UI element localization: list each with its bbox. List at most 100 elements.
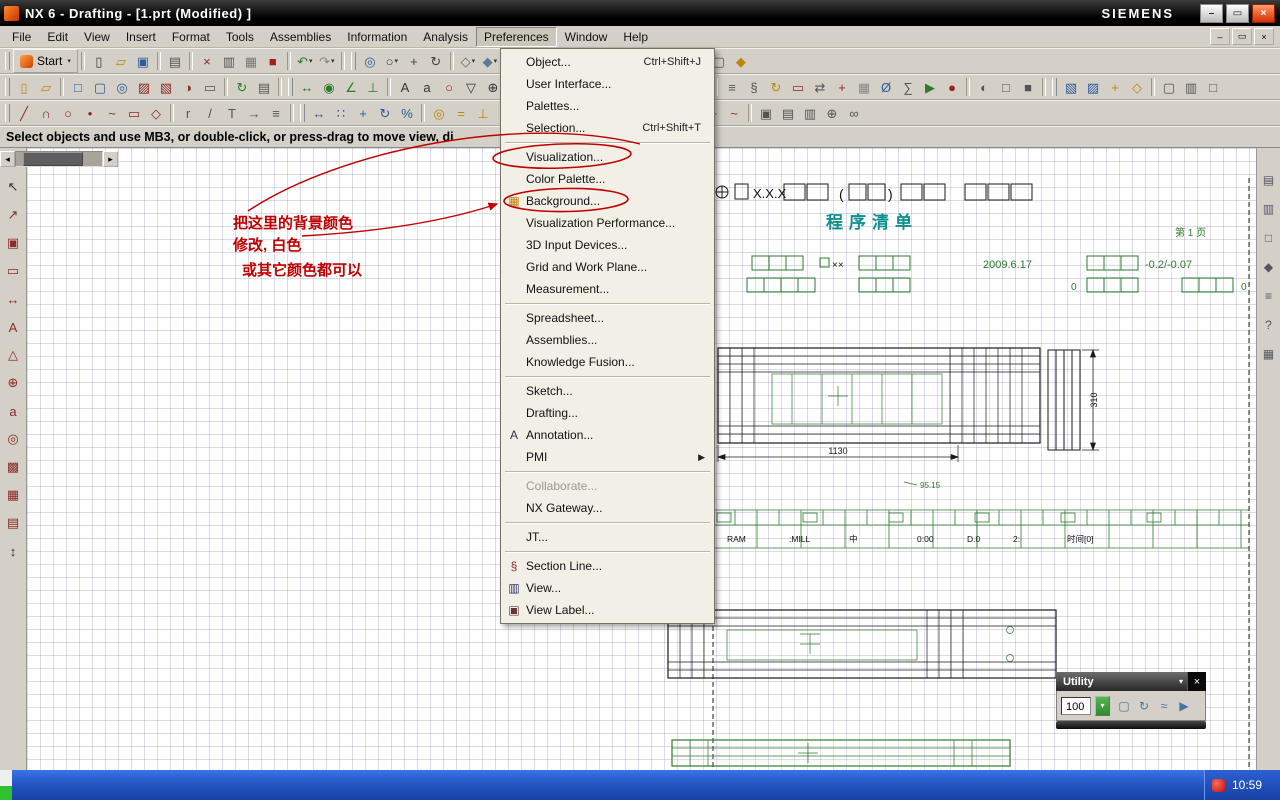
menu-item-nx-gateway[interactable]: NX Gateway... — [502, 497, 713, 519]
menu-edit[interactable]: Edit — [39, 27, 76, 47]
half-section-icon[interactable]: ▧ — [155, 76, 177, 98]
menu-item-view-label[interactable]: ▣ View Label... — [502, 599, 713, 621]
tile-icon[interactable]: ▥ — [1180, 76, 1202, 98]
snap-icon[interactable]: + — [831, 76, 853, 98]
layer-visible-icon[interactable]: ▧ — [1060, 76, 1082, 98]
scrollbar-track[interactable] — [15, 151, 103, 167]
origin-icon[interactable]: ⊕ — [821, 102, 843, 124]
menu-item-visualization-performance[interactable]: Visualization Performance... — [502, 212, 713, 234]
scrollbar-thumb[interactable] — [23, 152, 83, 166]
datum-tool-icon[interactable]: ▣ — [2, 232, 24, 254]
menu-item-background[interactable]: ▦ Background... — [502, 190, 713, 212]
snap-angle-icon[interactable]: ↗ — [2, 204, 24, 226]
utility-resize-bar[interactable] — [1056, 721, 1206, 729]
blank-icon[interactable]: □ — [995, 76, 1017, 98]
menu-format[interactable]: Format — [164, 27, 218, 47]
menu-help[interactable]: Help — [615, 27, 656, 47]
edit-view-icon[interactable]: ▤ — [253, 76, 275, 98]
trim-icon[interactable]: T — [221, 102, 243, 124]
menu-item-visualization[interactable]: Visualization... — [502, 146, 713, 168]
new-file-icon[interactable]: ▯ — [88, 50, 110, 72]
save-icon[interactable]: ▣ — [132, 50, 154, 72]
history-panel-icon[interactable]: ≡ — [1259, 286, 1279, 306]
note-icon[interactable]: A — [394, 76, 416, 98]
menu-assemblies[interactable]: Assemblies — [262, 27, 339, 47]
filter-icon[interactable]: ≈ — [1154, 696, 1174, 716]
datum-feature-icon[interactable]: ▽ — [460, 76, 482, 98]
hatch-tool-icon[interactable]: ▩ — [2, 456, 24, 478]
parallel-icon[interactable]: = — [450, 102, 472, 124]
grid-icon[interactable]: ▦ — [853, 76, 875, 98]
polygon-icon[interactable]: ◇ — [145, 102, 167, 124]
circle-icon[interactable]: ○ — [57, 102, 79, 124]
spline-icon[interactable]: ~ — [101, 102, 123, 124]
coincident-icon[interactable]: ◎ — [428, 102, 450, 124]
menu-item-object[interactable]: Object... Ctrl+Shift+J — [502, 51, 713, 73]
rotate-object-icon[interactable]: ↻ — [374, 102, 396, 124]
line-icon[interactable]: ╱ — [13, 102, 35, 124]
view-pref-icon[interactable]: ▥ — [799, 102, 821, 124]
sketch-tool-icon[interactable]: ▭ — [2, 260, 24, 282]
open-sheet-icon[interactable]: ▱ — [35, 76, 57, 98]
balloon-tool-icon[interactable]: ⊕ — [2, 372, 24, 394]
projected-view-icon[interactable]: ▢ — [89, 76, 111, 98]
help-panel-icon[interactable]: ? — [1259, 315, 1279, 335]
tray-app-icon[interactable] — [1212, 778, 1225, 792]
menu-item-assemblies[interactable]: Assemblies... — [502, 329, 713, 351]
export-icon[interactable]: ▶ — [1174, 696, 1194, 716]
move-to-layer-icon[interactable]: ▨ — [1082, 76, 1104, 98]
cut-icon[interactable]: × — [196, 50, 218, 72]
pan-icon[interactable]: + — [403, 50, 425, 72]
menu-view[interactable]: View — [76, 27, 118, 47]
dimension-tool-icon[interactable]: ↔ — [2, 288, 24, 310]
align-icon[interactable]: ⇄ — [809, 76, 831, 98]
menu-item-measurement[interactable]: Measurement... — [502, 278, 713, 300]
palettes-panel-icon[interactable]: ▦ — [1259, 344, 1279, 364]
menu-item-pmi[interactable]: PMI ▶ — [502, 446, 713, 468]
select-filter-icon[interactable]: ↖ — [2, 176, 24, 198]
menu-item-palettes[interactable]: Palettes... — [502, 95, 713, 117]
base-view-icon[interactable]: □ — [67, 76, 89, 98]
menu-item-sketch[interactable]: Sketch... — [502, 380, 713, 402]
move-object-icon[interactable]: + — [352, 102, 374, 124]
refresh-display-icon[interactable]: ↻ — [1134, 696, 1154, 716]
child-close-button[interactable]: × — [1254, 28, 1274, 45]
roles-icon[interactable]: ◆ — [730, 50, 752, 72]
object-pref-icon[interactable]: ▣ — [755, 102, 777, 124]
child-restore-button[interactable]: ▭ — [1232, 28, 1252, 45]
cascade-icon[interactable]: ▢ — [1158, 76, 1180, 98]
redo-icon[interactable]: ↷ ▾ — [316, 50, 338, 72]
utility-dropdown-icon[interactable]: ▾ — [1095, 695, 1110, 716]
close-button[interactable]: × — [1252, 3, 1275, 23]
utility-value-field[interactable]: 100 — [1061, 696, 1091, 715]
scroll-left-icon[interactable]: ◂ — [0, 151, 15, 167]
copy-display-icon[interactable]: ▢ — [1114, 696, 1134, 716]
show-hide-icon[interactable]: ◐ — [973, 76, 995, 98]
balloon-icon[interactable]: ○ — [438, 76, 460, 98]
copy-icon[interactable]: ▥ — [218, 50, 240, 72]
triangle-tool-icon[interactable]: △ — [2, 344, 24, 366]
menu-item-drafting[interactable]: Drafting... — [502, 402, 713, 424]
part-navigator-icon[interactable]: ▥ — [1259, 199, 1279, 219]
menu-tools[interactable]: Tools — [218, 27, 262, 47]
menu-item-section-line[interactable]: § Section Line... — [502, 555, 713, 577]
measure-distance-icon[interactable]: Ø — [875, 76, 897, 98]
analysis-icon[interactable]: ∑ — [897, 76, 919, 98]
revolved-section-icon[interactable]: ◑ — [177, 76, 199, 98]
offset-icon[interactable]: ≡ — [265, 102, 287, 124]
menu-item-color-palette[interactable]: Color Palette... — [502, 168, 713, 190]
update-icon[interactable]: ↻ — [765, 76, 787, 98]
linear-dimension-icon[interactable]: ↔ — [296, 76, 318, 98]
wcs-icon[interactable]: + — [1104, 76, 1126, 98]
point-icon[interactable]: • — [79, 102, 101, 124]
annotation-pref-icon[interactable]: ▤ — [777, 102, 799, 124]
paste-icon[interactable]: ▦ — [240, 50, 262, 72]
menu-item-grid-and-work-plane[interactable]: Grid and Work Plane... — [502, 256, 713, 278]
menu-item-knowledge-fusion[interactable]: Knowledge Fusion... — [502, 351, 713, 373]
shaded-icon[interactable]: ◆ ▾ — [479, 50, 501, 72]
menu-information[interactable]: Information — [339, 27, 415, 47]
assembly-navigator-icon[interactable]: ▤ — [1259, 170, 1279, 190]
menu-item-3d-input-devices[interactable]: 3D Input Devices... — [502, 234, 713, 256]
restore-button[interactable]: ▭ — [1226, 3, 1249, 23]
edit-settings-icon[interactable]: ≡ — [721, 76, 743, 98]
